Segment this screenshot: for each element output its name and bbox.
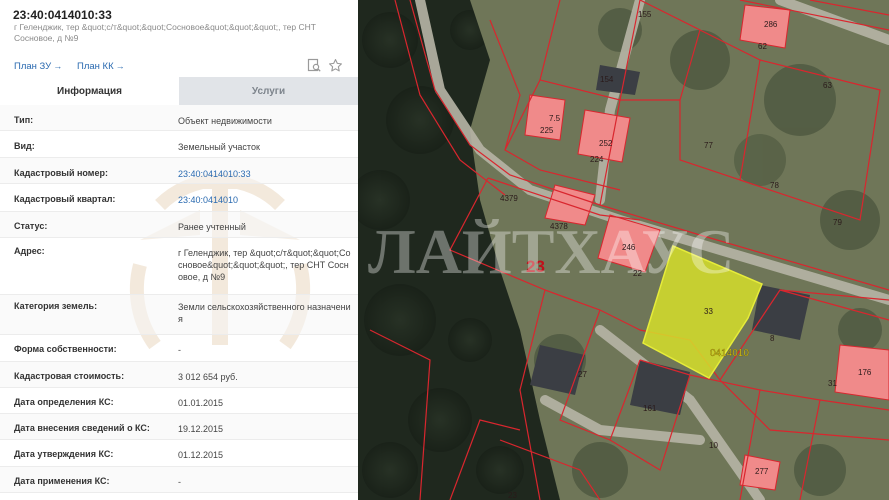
plot-label: 62	[758, 42, 767, 51]
row-value: г Геленджик, тер &quot;с/т&quot;&quot;Со…	[178, 248, 351, 282]
table-row: Дата определения КС: 01.01.2015	[0, 388, 358, 414]
plot-label: 224	[590, 155, 604, 164]
cadastral-number-link[interactable]: 23:40:0414010:33	[178, 168, 353, 180]
cadastral-map[interactable]: 33 0414010 23 ЛАЙТХАУС 155 286 62 154 63…	[358, 0, 889, 500]
row-label: Форма собственности:	[14, 344, 117, 354]
tab-bar: Информация Услуги	[0, 77, 358, 105]
plot-label: 10	[709, 441, 718, 450]
row-label: Вид:	[14, 141, 35, 151]
table-row: Дата утверждения КС: 01.12.2015	[0, 440, 358, 467]
row-label: Кадастровая стоимость:	[14, 371, 125, 381]
plan-kk-link[interactable]: План КК →	[77, 61, 125, 72]
row-value: -	[178, 345, 181, 355]
plot-label: 176	[858, 368, 872, 377]
cadastral-quarter-link[interactable]: 23:40:0414010	[178, 194, 353, 206]
plot-label: 8	[770, 334, 775, 343]
table-row: Адрес: г Геленджик, тер &quot;с/т&quot;&…	[0, 238, 358, 295]
row-value: 3 012 654 руб.	[178, 372, 238, 382]
row-label: Адрес:	[14, 246, 45, 256]
info-panel: 23:40:0414010:33 г Геленджик, тер &quot;…	[0, 0, 358, 500]
table-row: Вид: Земельный участок	[0, 131, 358, 158]
table-row: Дата внесения сведений о КС: 19.12.2015	[0, 414, 358, 440]
row-label: Кадастровый квартал:	[14, 194, 116, 204]
plot-label: 79	[833, 218, 842, 227]
row-value: Земельный участок	[178, 142, 260, 152]
search-doc-icon[interactable]	[306, 58, 322, 74]
plan-kk-label: План КК	[77, 61, 114, 72]
table-row: Кадастровый квартал: 23:40:0414010	[0, 184, 358, 212]
row-value: 19.12.2015	[178, 424, 224, 434]
info-table: Тип: Объект недвижимости Вид: Земельный …	[0, 105, 358, 493]
plan-zu-link[interactable]: План ЗУ →	[14, 61, 62, 72]
row-value: 01.01.2015	[178, 398, 224, 408]
plot-label: 246	[622, 243, 636, 252]
plot-label: 22	[633, 269, 642, 278]
plot-label: 252	[599, 139, 613, 148]
arrow-right-icon: →	[115, 61, 125, 71]
row-label: Тип:	[14, 115, 34, 125]
star-icon[interactable]	[327, 58, 343, 74]
row-value: Ранее учтенный	[178, 222, 246, 232]
plot-label: 77	[704, 141, 713, 150]
plan-zu-label: План ЗУ	[14, 61, 52, 72]
plot-label: 63	[823, 81, 832, 90]
plot-label: 154	[600, 75, 614, 84]
table-row: Категория земель: Земли сельскохозяйстве…	[0, 295, 358, 335]
row-label: Дата внесения сведений о КС:	[14, 423, 150, 433]
plot-label: 277	[755, 467, 769, 476]
plot-label: 4379	[500, 194, 518, 203]
row-label: Категория земель:	[14, 301, 98, 311]
cadastral-title: 23:40:0414010:33	[13, 8, 112, 22]
table-row: Форма собственности: -	[0, 335, 358, 362]
plot-label: 23	[508, 491, 517, 500]
tab-services[interactable]: Услуги	[179, 77, 358, 105]
row-label: Кадастровый номер:	[14, 168, 108, 178]
plot-label: 155	[638, 10, 652, 19]
row-label: Статус:	[14, 221, 48, 231]
row-label: Дата определения КС:	[14, 397, 114, 407]
plot-label: 7.5	[549, 114, 561, 123]
row-value: Объект недвижимости	[178, 116, 272, 126]
plot-label: 78	[770, 181, 779, 190]
plot-label: 286	[764, 20, 778, 29]
row-value: 01.12.2015	[178, 450, 224, 460]
row-label: Дата утверждения КС:	[14, 449, 114, 459]
selected-plot-label: 33	[704, 307, 713, 316]
arrow-right-icon: →	[53, 61, 63, 71]
table-row: Кадастровый номер: 23:40:0414010:33	[0, 158, 358, 184]
table-row: Кадастровая стоимость: 3 012 654 руб.	[0, 362, 358, 388]
plot-label: 4378	[550, 222, 568, 231]
plot-label: 27	[578, 370, 587, 379]
map-canvas[interactable]: 33 0414010 23 ЛАЙТХАУС 155 286 62 154 63…	[358, 0, 889, 500]
plot-label: 31	[828, 379, 837, 388]
quarter-label: 0414010	[710, 348, 749, 359]
address-subtitle: г Геленджик, тер &quot;с/т&quot;&quot;Со…	[14, 22, 316, 43]
plot-label: 161	[643, 404, 657, 413]
row-label: Дата применения КС:	[14, 476, 110, 486]
row-value: -	[178, 477, 181, 487]
table-row: Дата применения КС: -	[0, 467, 358, 493]
tab-info[interactable]: Информация	[0, 77, 179, 105]
table-row: Тип: Объект недвижимости	[0, 105, 358, 131]
table-row: Статус: Ранее учтенный	[0, 212, 358, 238]
row-value: Земли сельскохозяйственного назначения	[178, 302, 351, 324]
plot-label: 225	[540, 126, 554, 135]
